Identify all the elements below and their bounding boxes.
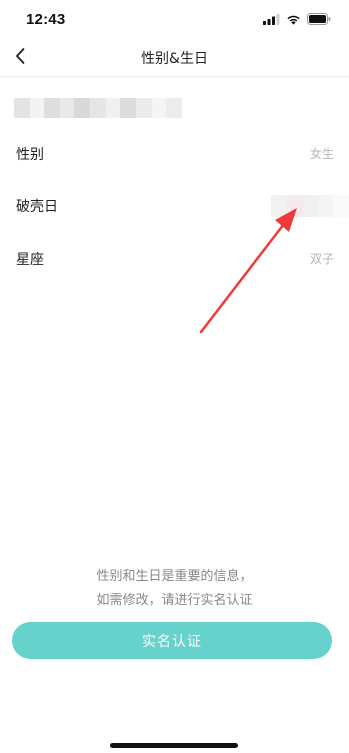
notice-line-2: 如需修改，请进行实名认证 <box>96 593 253 608</box>
zodiac-label: 星座 <box>16 252 44 268</box>
status-bar: 12:43 <box>0 0 349 40</box>
real-name-verification-button[interactable]: 实名认证 <box>12 622 332 659</box>
nav-bar: 性别&生日 <box>0 40 349 77</box>
status-time: 12:43 <box>26 11 66 28</box>
birthday-label: 破壳日 <box>16 199 58 215</box>
zodiac-value: 双子 <box>309 252 334 266</box>
cellular-signal-icon <box>263 10 280 29</box>
notice-line-1: 性别和生日是重要的信息， <box>96 569 253 584</box>
battery-icon <box>307 10 331 29</box>
gender-label: 性别 <box>16 147 44 163</box>
row-gender: 性别 女生 <box>0 135 349 175</box>
masked-name <box>14 98 182 118</box>
status-icons <box>263 12 331 26</box>
home-indicator[interactable] <box>110 743 238 748</box>
wifi-icon <box>286 10 301 29</box>
notice-text: 性别和生日是重要的信息， 如需修改，请进行实名认证 <box>0 565 349 613</box>
gender-value: 女生 <box>309 147 334 161</box>
page-title: 性别&生日 <box>141 51 208 67</box>
annotation-arrow <box>199 208 297 334</box>
